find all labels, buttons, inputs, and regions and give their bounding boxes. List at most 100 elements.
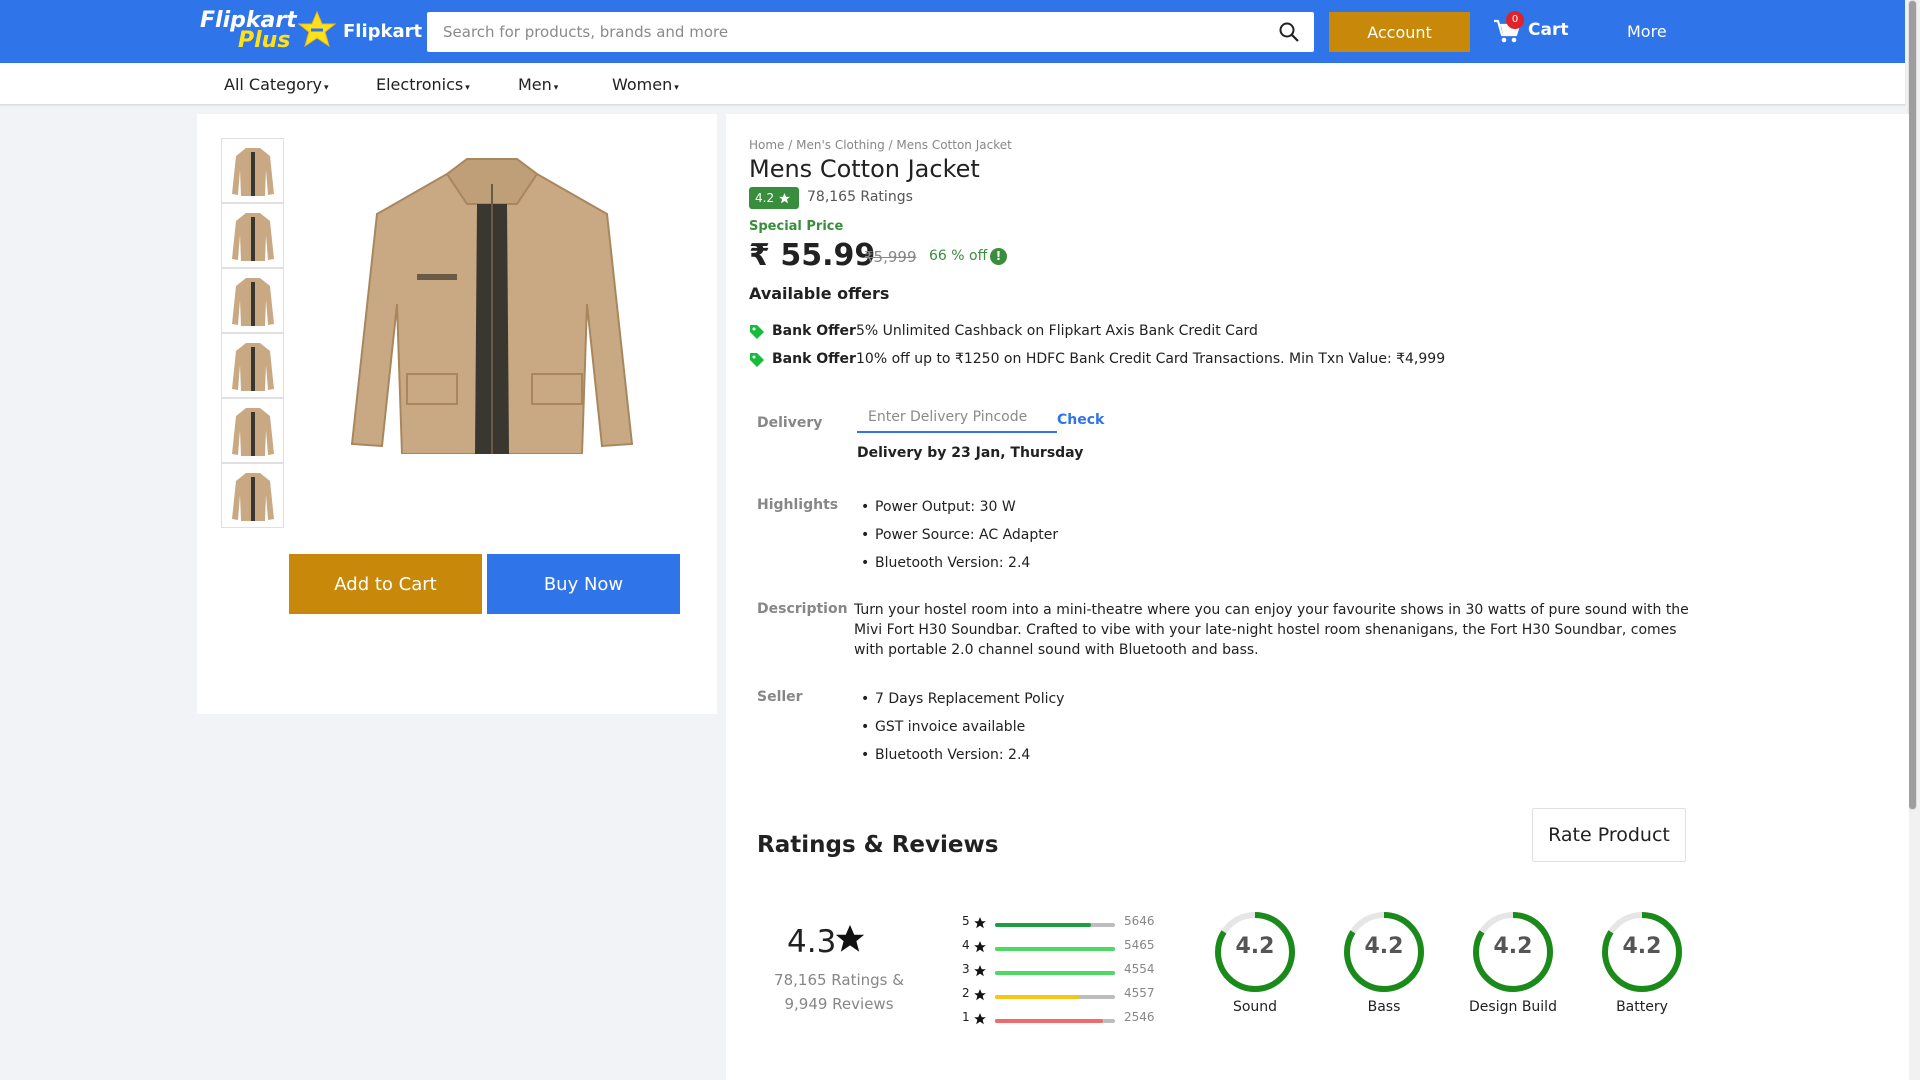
discount-percent: 66 % off — [929, 248, 988, 264]
delivery-date: Delivery by 23 Jan, Thursday — [857, 445, 1084, 461]
pincode-input[interactable] — [857, 403, 1057, 433]
breadcrumb[interactable]: Home / Men's Clothing / Mens Cotton Jack… — [749, 138, 1012, 152]
feature-rating-label: Bass — [1367, 999, 1401, 1015]
tag-icon — [750, 325, 764, 339]
thumbnail-2[interactable] — [221, 203, 284, 268]
category-women[interactable]: Women ▾ — [612, 75, 679, 94]
overall-summary: 78,165 Ratings & 9,949 Reviews — [759, 968, 919, 1016]
rating-star-number: 4 — [962, 938, 970, 952]
price: ₹ 55.99 — [749, 238, 876, 273]
category-electronics-label: Electronics — [376, 75, 464, 94]
offers-heading: Available offers — [749, 284, 890, 303]
thumbnail-list — [221, 138, 284, 528]
ratings-count: 78,165 Ratings — [807, 189, 913, 205]
info-icon[interactable]: ! — [990, 248, 1007, 265]
rating-count: 4557 — [1124, 986, 1155, 1000]
seller-item: 7 Days Replacement Policy — [857, 689, 1064, 717]
rating-bar — [995, 947, 1115, 951]
product-gallery: Add to Cart Buy Now — [197, 114, 717, 714]
rating-row-1: 1 2546 — [962, 1010, 1155, 1030]
buy-now-button[interactable]: Buy Now — [487, 554, 680, 614]
thumbnail-4[interactable] — [221, 333, 284, 398]
tag-icon — [750, 353, 764, 367]
rating-star-number: 1 — [962, 1010, 970, 1024]
star-icon — [835, 924, 865, 952]
account-button[interactable]: Account — [1329, 12, 1470, 52]
feature-rating-design-build: 4.2 Design Build — [1469, 910, 1557, 1015]
rating-bar-fill — [995, 1019, 1103, 1023]
search-input[interactable] — [427, 12, 1267, 52]
category-all-label: All Category — [224, 75, 323, 94]
rating-bar — [995, 923, 1115, 927]
feature-rating-value: 4.2 — [1493, 934, 1533, 959]
jacket-thumb-image — [232, 408, 274, 456]
scrollbar-thumb[interactable] — [1908, 0, 1917, 810]
logo-brand-text: Flipkart — [343, 21, 423, 42]
cart-button[interactable]: 0 Cart — [1493, 11, 1573, 46]
highlights-list: Power Output: 30 W Power Source: AC Adap… — [857, 497, 1058, 581]
top-header: Flipkart Plus Flipkart Account 0 Cart Mo… — [0, 0, 1905, 63]
category-women-label: Women — [612, 75, 673, 94]
description-text: Turn your hostel room into a mini-theatr… — [854, 602, 1689, 658]
seller-list: 7 Days Replacement Policy GST invoice av… — [857, 689, 1064, 773]
star-icon — [974, 1013, 986, 1025]
star-icon — [974, 941, 986, 953]
highlight-item: Power Source: AC Adapter — [857, 525, 1058, 553]
category-men[interactable]: Men ▾ — [518, 75, 558, 94]
rating-bar-fill — [995, 923, 1091, 927]
jacket-thumb-image — [232, 148, 274, 196]
check-pincode-button[interactable]: Check — [1057, 412, 1104, 428]
rating-row-3: 3 4554 — [962, 962, 1155, 982]
original-price: ₹5,999 — [864, 248, 917, 266]
category-all[interactable]: All Category ▾ — [224, 75, 329, 94]
feature-rating-value: 4.2 — [1235, 934, 1275, 959]
rating-count: 5646 — [1124, 914, 1155, 928]
feature-rating-bass: 4.2 Bass — [1342, 910, 1426, 1015]
rating-row-2: 2 4557 — [962, 986, 1155, 1006]
thumbnail-1[interactable] — [221, 138, 284, 203]
flipkart-logo[interactable]: Flipkart Plus Flipkart — [200, 10, 440, 54]
cart-count-badge: 0 — [1506, 11, 1524, 29]
star-icon — [974, 965, 986, 977]
search-icon[interactable] — [1278, 21, 1300, 43]
delivery-label: Delivery — [757, 415, 823, 431]
overall-rating: 4.3 — [787, 924, 837, 960]
more-menu[interactable]: More — [1627, 22, 1667, 41]
feature-rating-label: Battery — [1616, 999, 1668, 1015]
jacket-thumb-image — [232, 213, 274, 261]
caret-down-icon: ▾ — [324, 83, 329, 93]
category-bar: All Category ▾ Electronics ▾ Men ▾ Women ▾ — [0, 63, 1905, 105]
caret-down-icon: ▾ — [465, 83, 470, 93]
rate-product-button[interactable]: Rate Product — [1532, 808, 1686, 862]
thumbnail-3[interactable] — [221, 268, 284, 333]
product-details: Home / Men's Clothing / Mens Cotton Jack… — [726, 114, 1909, 1080]
offer-tag: Bank Offer — [772, 351, 856, 367]
thumbnail-5[interactable] — [221, 398, 284, 463]
rating-star-number: 2 — [962, 986, 970, 1000]
rating-count: 5465 — [1124, 938, 1155, 952]
rating-bar-fill — [995, 947, 1115, 951]
highlight-item: Bluetooth Version: 2.4 — [857, 553, 1058, 581]
rating-bar — [995, 995, 1115, 999]
star-icon — [974, 989, 986, 1001]
rating-badge: 4.2 — [749, 187, 799, 209]
offer-tag: Bank Offer — [772, 323, 856, 339]
seller-item: Bluetooth Version: 2.4 — [857, 745, 1064, 773]
search-box — [427, 12, 1314, 52]
category-electronics[interactable]: Electronics ▾ — [376, 75, 470, 94]
add-to-cart-button[interactable]: Add to Cart — [289, 554, 482, 614]
jacket-thumb-image — [232, 278, 274, 326]
feature-rating-label: Sound — [1232, 999, 1278, 1015]
category-men-label: Men — [518, 75, 552, 94]
star-icon — [779, 193, 790, 204]
logo-plus-text: Plus — [238, 28, 291, 53]
rating-count: 4554 — [1124, 962, 1155, 976]
product-main-image — [350, 158, 634, 454]
rating-row-4: 4 5465 — [962, 938, 1155, 958]
rating-count: 2546 — [1124, 1010, 1155, 1024]
rating-bar-fill — [995, 971, 1115, 975]
description-label: Description — [757, 601, 848, 617]
feature-rating-value: 4.2 — [1622, 934, 1662, 959]
thumbnail-6[interactable] — [221, 463, 284, 528]
feature-rating-sound: 4.2 Sound — [1213, 910, 1297, 1015]
